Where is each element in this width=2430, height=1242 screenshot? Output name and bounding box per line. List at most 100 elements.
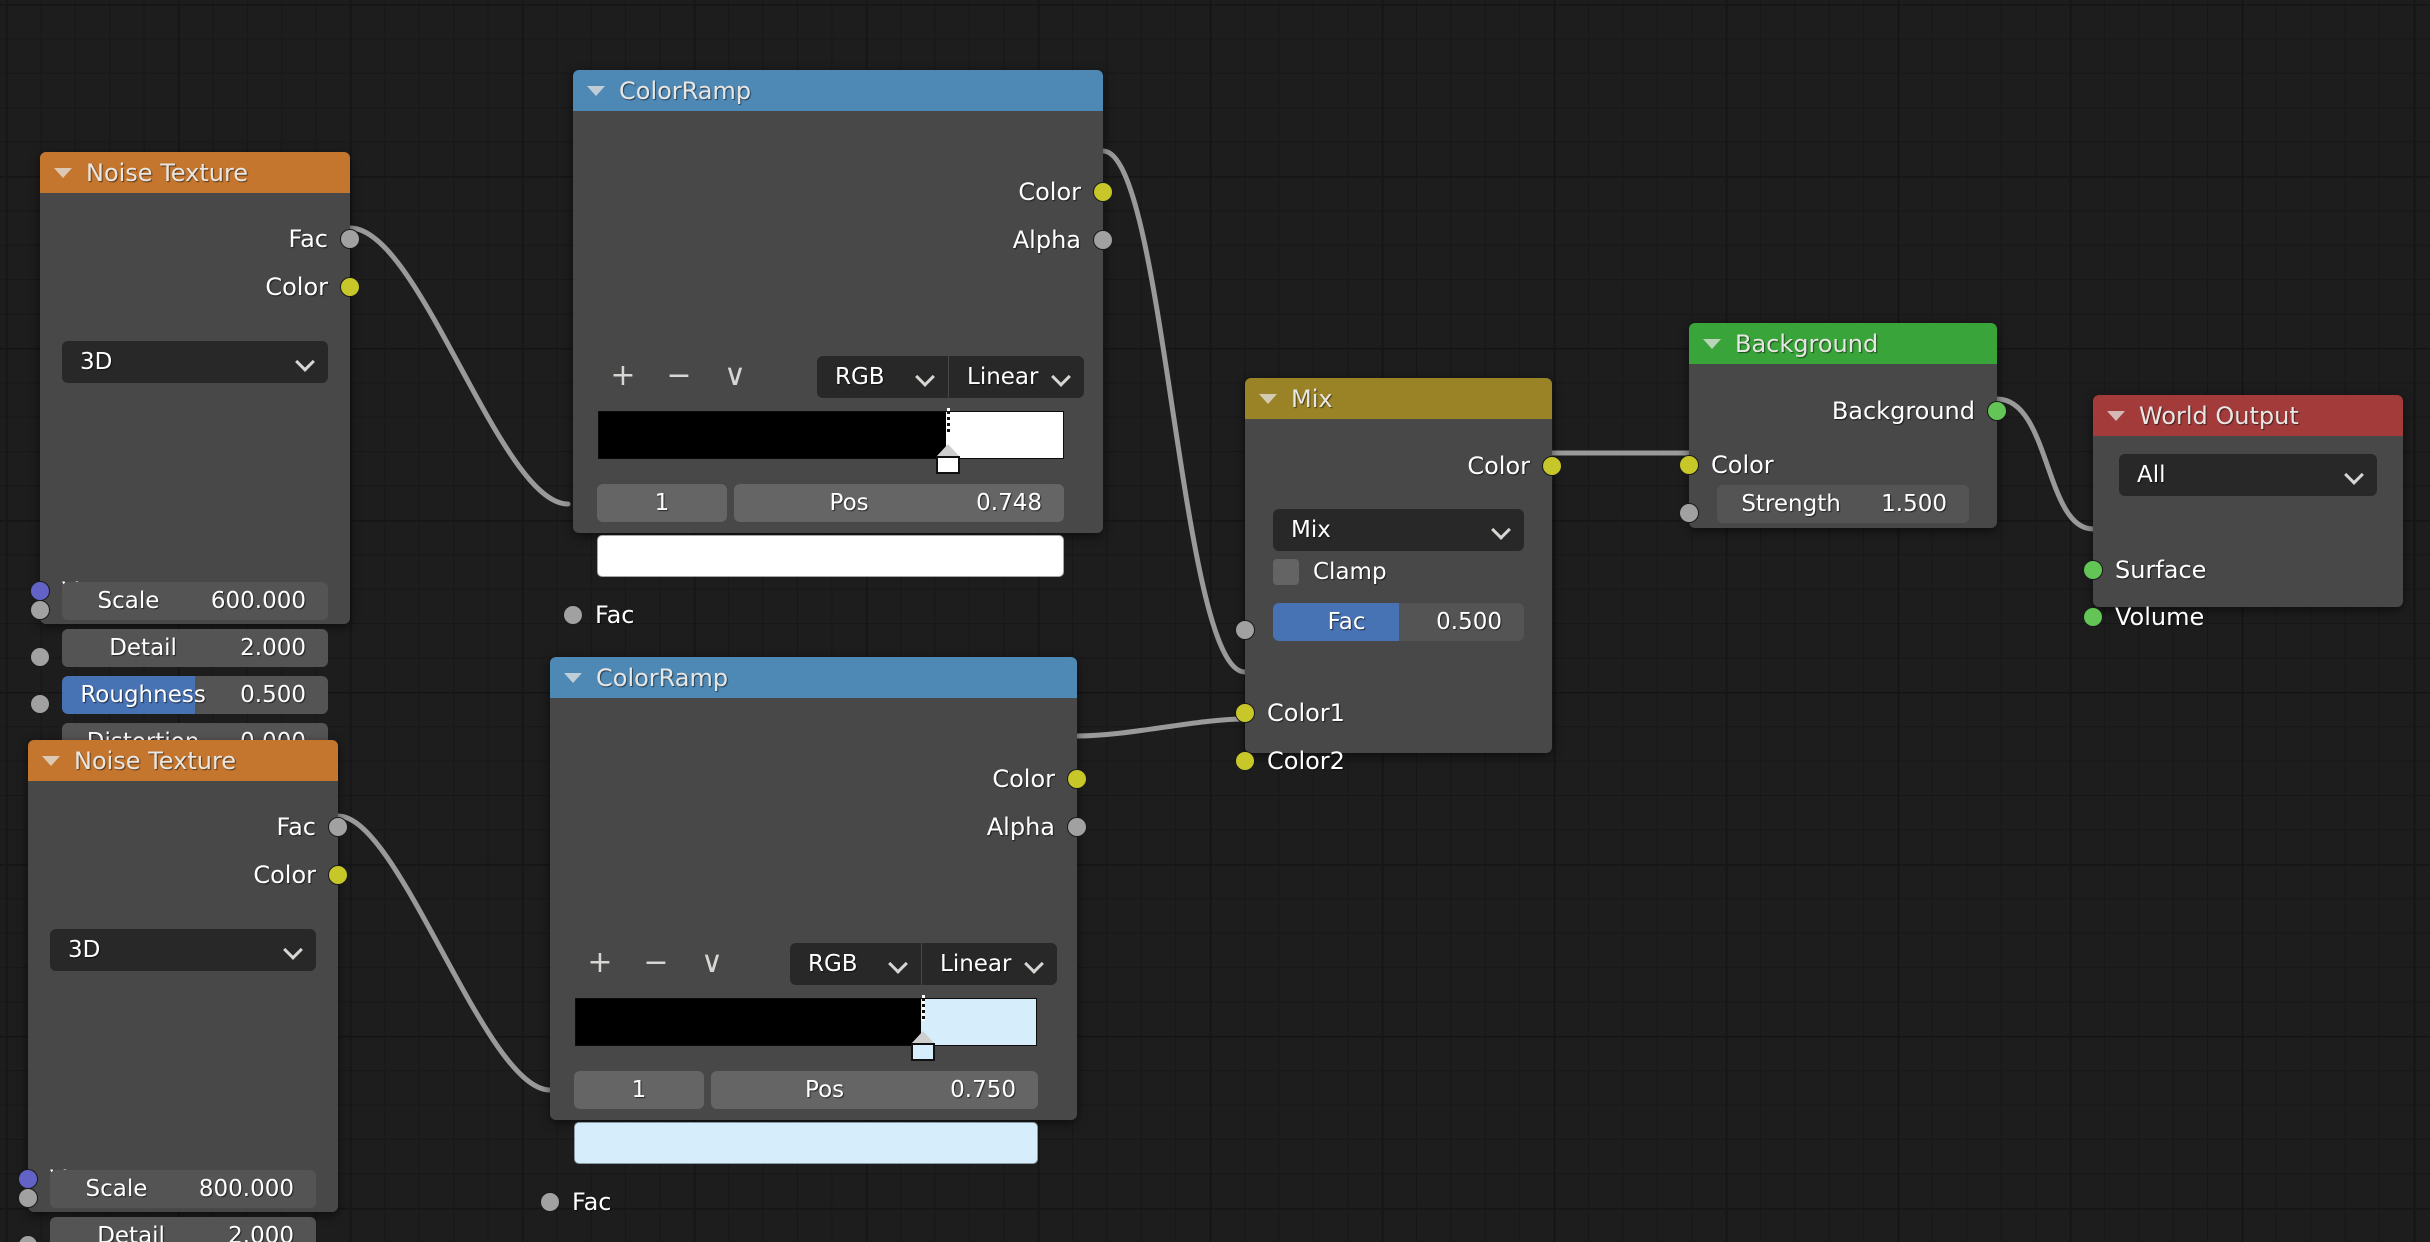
ramp-stop-color-swatch[interactable] bbox=[574, 1122, 1038, 1164]
input-label-color1: Color1 bbox=[1267, 699, 1345, 727]
node-header-colorramp-1[interactable]: ColorRamp bbox=[573, 70, 1103, 111]
socket-input-detail[interactable] bbox=[18, 1235, 38, 1242]
link-noise2-fac-to-ramp2-fac bbox=[335, 813, 553, 1093]
node-background[interactable]: Background Background Color Strength 1.5… bbox=[1679, 323, 2007, 528]
output-row-background: Background bbox=[1689, 387, 1997, 435]
socket-input-fac[interactable] bbox=[540, 1192, 560, 1212]
socket-input-vector[interactable] bbox=[18, 1169, 38, 1189]
node-header-noise-texture-1[interactable]: Noise Texture bbox=[40, 152, 350, 193]
input-row-color2: Color2 bbox=[1245, 737, 1552, 785]
ramp-stop-handle[interactable] bbox=[908, 1031, 938, 1061]
clamp-checkbox-row[interactable]: Clamp bbox=[1273, 559, 1387, 585]
ramp-stop-index-field[interactable]: 1 bbox=[597, 484, 727, 522]
node-title: ColorRamp bbox=[619, 76, 752, 105]
socket-input-vector[interactable] bbox=[30, 581, 50, 601]
property-roughness[interactable]: Roughness 0.500 bbox=[62, 676, 328, 714]
input-row-surface: Surface bbox=[2093, 546, 2403, 594]
chevron-down-icon bbox=[1025, 955, 1043, 973]
socket-output-fac[interactable] bbox=[340, 229, 360, 249]
node-header-world-output[interactable]: World Output bbox=[2093, 395, 2403, 436]
color-ramp-gradient[interactable] bbox=[598, 408, 1064, 474]
output-target-dropdown[interactable]: All bbox=[2119, 454, 2377, 496]
socket-input-volume[interactable] bbox=[2083, 607, 2103, 627]
property-scale[interactable]: Scale 800.000 bbox=[50, 1170, 316, 1208]
property-detail[interactable]: Detail 2.000 bbox=[62, 629, 328, 667]
output-label-color: Color bbox=[992, 765, 1055, 793]
socket-output-color[interactable] bbox=[328, 865, 348, 885]
collapse-triangle-icon[interactable] bbox=[54, 167, 72, 178]
color-ramp-gradient[interactable] bbox=[575, 995, 1037, 1061]
socket-input-fac[interactable] bbox=[563, 605, 583, 625]
ramp-stop-marker-line bbox=[921, 995, 925, 1021]
ramp-stop-pos-field[interactable]: Pos 0.750 bbox=[711, 1071, 1038, 1109]
property-scale[interactable]: Scale 600.000 bbox=[62, 582, 328, 620]
socket-output-color[interactable] bbox=[1542, 456, 1562, 476]
socket-output-fac[interactable] bbox=[328, 817, 348, 837]
dimension-dropdown-value: 3D bbox=[68, 937, 101, 963]
ramp-menu-button[interactable]: ∨ bbox=[684, 948, 740, 978]
node-header-noise-texture-2[interactable]: Noise Texture bbox=[28, 740, 338, 781]
socket-input-strength[interactable] bbox=[1679, 503, 1699, 523]
node-mix[interactable]: Mix Color Mix Clamp Fac 0.500 Color1 Col… bbox=[1235, 378, 1562, 775]
property-strength[interactable]: Strength 1.500 bbox=[1717, 485, 1969, 523]
add-stop-button[interactable]: + bbox=[572, 948, 628, 978]
input-label-volume: Volume bbox=[2115, 603, 2205, 631]
clamp-checkbox[interactable] bbox=[1273, 559, 1299, 585]
interpolation-dropdown[interactable]: Linear bbox=[949, 356, 1084, 398]
ramp-menu-button[interactable]: ∨ bbox=[707, 361, 763, 391]
dimension-dropdown[interactable]: 3D bbox=[50, 929, 316, 971]
socket-input-color[interactable] bbox=[1679, 455, 1699, 475]
socket-input-scale[interactable] bbox=[30, 600, 50, 620]
socket-output-color[interactable] bbox=[340, 277, 360, 297]
add-stop-button[interactable]: + bbox=[595, 361, 651, 391]
collapse-triangle-icon[interactable] bbox=[1703, 338, 1721, 349]
ramp-stop-pos-field[interactable]: Pos 0.748 bbox=[734, 484, 1064, 522]
collapse-triangle-icon[interactable] bbox=[42, 755, 60, 766]
ramp-stop-index-field[interactable]: 1 bbox=[574, 1071, 704, 1109]
property-detail[interactable]: Detail 2.000 bbox=[50, 1217, 316, 1242]
node-header-mix[interactable]: Mix bbox=[1245, 378, 1552, 419]
socket-input-roughness[interactable] bbox=[30, 694, 50, 714]
collapse-triangle-icon[interactable] bbox=[587, 85, 605, 96]
socket-input-color1[interactable] bbox=[1235, 703, 1255, 723]
ramp-stop-index-value: 1 bbox=[631, 1077, 647, 1103]
color-mode-dropdown[interactable]: RGB bbox=[817, 356, 948, 398]
socket-output-color[interactable] bbox=[1093, 182, 1113, 202]
socket-input-scale[interactable] bbox=[18, 1188, 38, 1208]
input-label-surface: Surface bbox=[2115, 556, 2207, 584]
collapse-triangle-icon[interactable] bbox=[2107, 410, 2125, 421]
node-noise-texture-2[interactable]: Noise Texture Fac Color 3D Vector Scale bbox=[18, 740, 348, 1242]
socket-output-color[interactable] bbox=[1067, 769, 1087, 789]
color-mode-dropdown[interactable]: RGB bbox=[790, 943, 921, 985]
collapse-triangle-icon[interactable] bbox=[564, 672, 582, 683]
socket-output-background[interactable] bbox=[1987, 401, 2007, 421]
collapse-triangle-icon[interactable] bbox=[1259, 393, 1277, 404]
socket-output-alpha[interactable] bbox=[1067, 817, 1087, 837]
node-noise-texture-1[interactable]: Noise Texture Fac Color 3D Vector Scale bbox=[30, 152, 360, 761]
node-header-background[interactable]: Background bbox=[1689, 323, 1997, 364]
ramp-stop-color-swatch[interactable] bbox=[597, 535, 1064, 577]
property-detail-label: Detail bbox=[97, 1223, 165, 1242]
blend-mode-dropdown[interactable]: Mix bbox=[1273, 509, 1524, 551]
socket-input-color2[interactable] bbox=[1235, 751, 1255, 771]
ramp-stop-handle[interactable] bbox=[933, 444, 963, 474]
interpolation-dropdown[interactable]: Linear bbox=[922, 943, 1057, 985]
property-fac[interactable]: Fac 0.500 bbox=[1273, 603, 1524, 641]
socket-input-detail[interactable] bbox=[30, 647, 50, 667]
socket-input-fac[interactable] bbox=[1235, 620, 1255, 640]
color-mode-value: RGB bbox=[835, 364, 885, 390]
remove-stop-button[interactable]: − bbox=[628, 948, 684, 978]
socket-input-surface[interactable] bbox=[2083, 560, 2103, 580]
remove-stop-button[interactable]: − bbox=[651, 361, 707, 391]
dimension-dropdown[interactable]: 3D bbox=[62, 341, 328, 383]
input-row-fac: Fac bbox=[550, 1178, 1077, 1226]
blend-mode-value: Mix bbox=[1291, 517, 1331, 543]
node-world-output[interactable]: World Output All Surface Volume bbox=[2083, 395, 2403, 631]
node-colorramp-2[interactable]: ColorRamp Color Alpha + − ∨ RGB Linear 1… bbox=[540, 657, 1087, 1216]
node-header-colorramp-2[interactable]: ColorRamp bbox=[550, 657, 1077, 698]
node-colorramp-1[interactable]: ColorRamp Color Alpha + − ∨ RGB Linear 1… bbox=[563, 70, 1113, 629]
chevron-down-icon bbox=[284, 941, 302, 959]
node-editor-canvas[interactable]: Noise Texture Fac Color 3D Vector Scale bbox=[0, 0, 2430, 1242]
socket-output-alpha[interactable] bbox=[1093, 230, 1113, 250]
output-label-fac: Fac bbox=[288, 225, 328, 253]
